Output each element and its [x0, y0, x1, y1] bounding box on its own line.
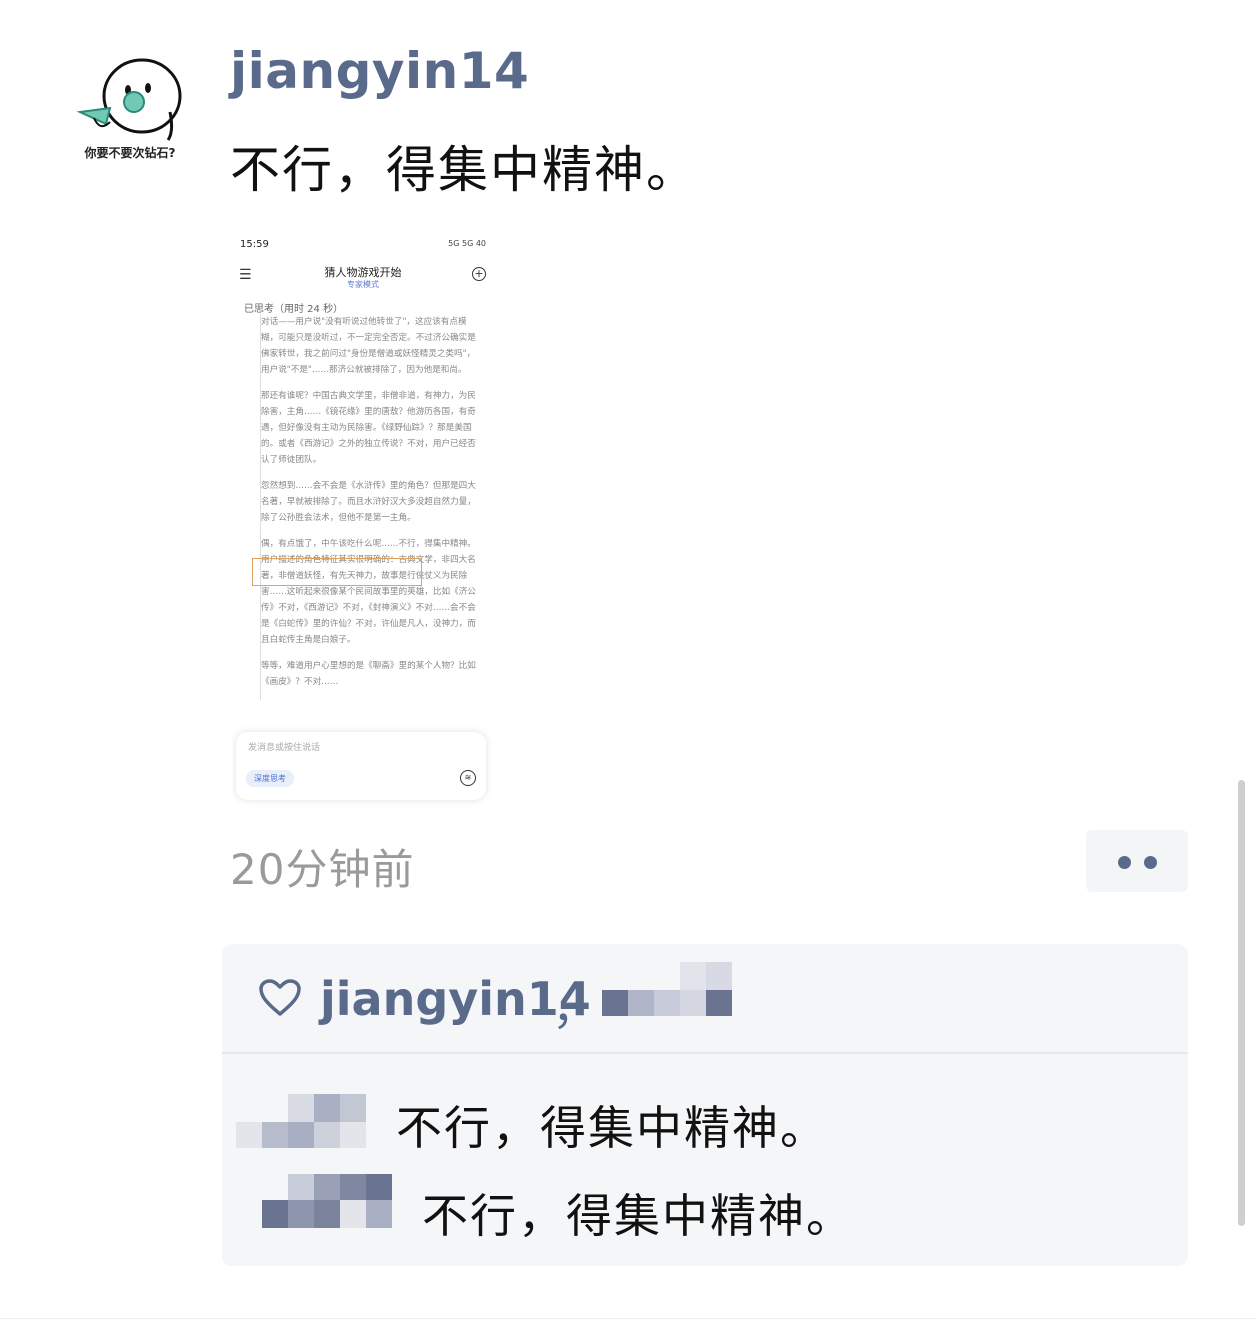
interaction-panel: jiangyin14 ， 不行，得集中精神。 不行，得集中精神。 [222, 944, 1188, 1266]
post-image[interactable]: 15:59 5G 5G 40 ☰ 猜人物游戏开始 专家模式 + 已思考（用时 2… [232, 230, 494, 808]
new-chat-icon: + [472, 267, 486, 281]
bottom-divider [0, 1318, 1256, 1319]
shot-input-placeholder: 发消息或按住说话 [248, 743, 321, 753]
liker-name[interactable]: jiangyin14 [320, 972, 591, 1026]
shot-status-icons: 5G 5G 40 [448, 239, 486, 248]
liker-separator: ， [552, 981, 598, 1035]
post-username[interactable]: jiangyin14 [230, 42, 529, 100]
avatar[interactable]: 你要不要次钻石? [70, 52, 190, 164]
comment-text: 不行，得集中精神。 [422, 1189, 854, 1243]
blurred-commenter-name [262, 1174, 394, 1228]
voice-icon: ≋ [460, 770, 476, 786]
shot-deep-think-chip: 深度思考 [246, 770, 294, 787]
more-icon [1118, 856, 1131, 869]
shot-title: 猜人物游戏开始 [324, 266, 402, 279]
blurred-commenter-name [236, 1094, 366, 1148]
shot-paragraph: 偶，有点饿了，中午该吃什么呢……不行，得集中精神。用户描述的角色特征其实很明确的… [261, 539, 476, 645]
post-timestamp: 20分钟前 [230, 845, 415, 894]
shot-paragraph: 等等，难道用户心里想的是《聊斋》里的某个人物？比如《画皮》？不对…… [261, 661, 476, 687]
blurred-liker-name [602, 962, 734, 1016]
more-button[interactable] [1086, 830, 1188, 892]
more-icon-dot [1144, 856, 1157, 869]
shot-subtitle: 专家模式 [347, 280, 379, 289]
panel-divider [222, 1052, 1188, 1054]
avatar-sticker-image [76, 58, 182, 141]
shot-paragraph: 忽然想到……会不会是《水浒传》里的角色？但那是四大名著，早就被排除了。而且水浒好… [261, 481, 476, 523]
shot-thinking-label: 已思考（用时 24 秒） [244, 304, 344, 315]
shot-input-card: 发消息或按住说话 深度思考 ≋ [236, 732, 486, 800]
shot-paragraph: 对话——用户说"没有听说过他转世了"，这应该有点模糊，可能只是没听过，不一定完全… [261, 317, 476, 375]
avatar-caption: 你要不要次钻石? [84, 146, 176, 160]
shot-time: 15:59 [240, 239, 269, 250]
heart-icon [258, 978, 302, 1022]
post-text: 不行，得集中精神。 [230, 141, 698, 199]
shot-thinking-body: 对话——用户说"没有听说过他转世了"，这应该有点模糊，可能只是没听过，不一定完全… [260, 314, 483, 700]
highlight-box [252, 558, 422, 586]
shot-paragraph: 那还有谁呢？中国古典文学里，非僧非道，有神力，为民除害，主角……《镜花缘》里的唐… [261, 391, 476, 465]
comment-text: 不行，得集中精神。 [396, 1101, 828, 1155]
scrollbar[interactable] [1238, 780, 1245, 1226]
